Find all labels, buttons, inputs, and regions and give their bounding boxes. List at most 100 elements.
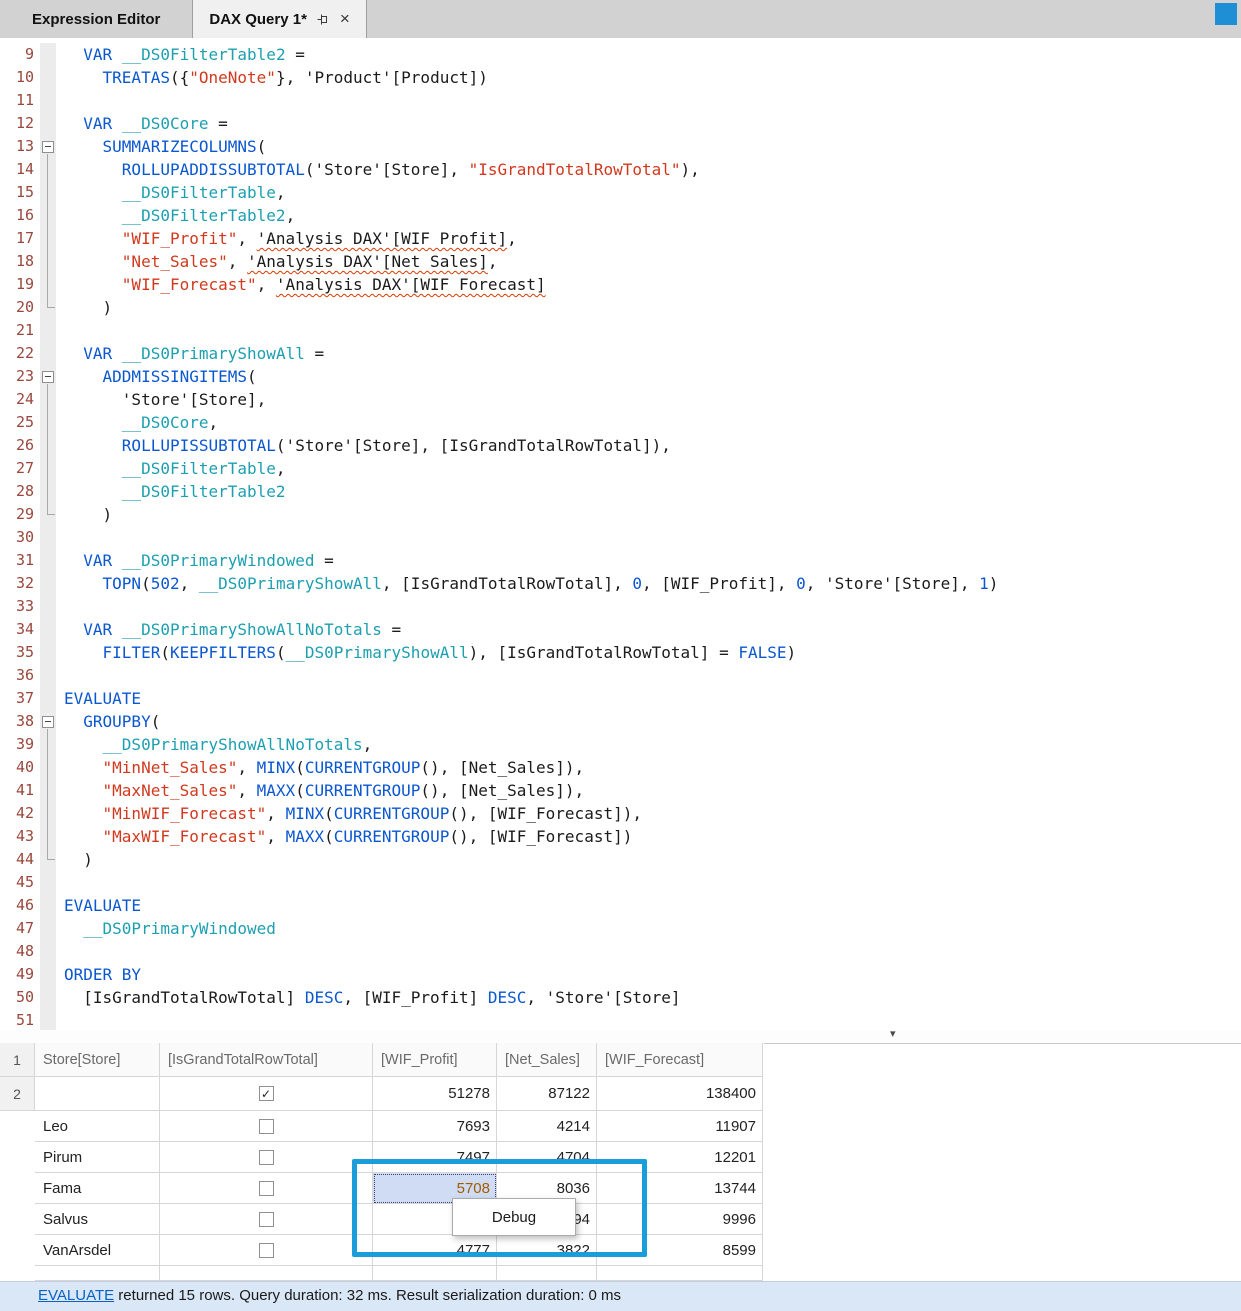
code-token: (), [WIF_Forecast]),	[449, 804, 642, 823]
column-header[interactable]: [Net_Sales]	[497, 1043, 597, 1077]
debug-popup[interactable]: Debug	[452, 1198, 576, 1236]
wif-profit-cell[interactable]: 51278	[373, 1077, 497, 1111]
grand-total-cell[interactable]	[160, 1111, 373, 1142]
grand-total-cell[interactable]	[160, 1235, 373, 1266]
code-text[interactable]	[56, 319, 64, 342]
column-header[interactable]: [IsGrandTotalRowTotal]	[160, 1043, 373, 1077]
net-sales-cell[interactable]: 4704	[497, 1142, 597, 1173]
code-text[interactable]: "WIF_Profit", 'Analysis DAX'[WIF Profit]…	[56, 227, 517, 250]
checkbox-unchecked[interactable]	[259, 1212, 274, 1227]
wif-forecast-cell[interactable]: 11907	[597, 1111, 763, 1142]
code-text[interactable]: __DS0PrimaryWindowed	[56, 917, 276, 940]
code-text[interactable]: VAR __DS0PrimaryShowAllNoTotals =	[56, 618, 401, 641]
code-text[interactable]	[56, 595, 64, 618]
code-text[interactable]	[56, 1009, 64, 1032]
tab-expression-editor[interactable]: Expression Editor	[0, 0, 193, 38]
grand-total-cell[interactable]	[160, 1173, 373, 1204]
fold-collapse-icon[interactable]	[42, 371, 54, 383]
code-text[interactable]: __DS0Core,	[56, 411, 218, 434]
results-splitter[interactable]: ▾	[0, 1030, 1241, 1044]
code-text[interactable]: "MaxWIF_Forecast", MAXX(CURRENTGROUP(), …	[56, 825, 632, 848]
checkbox-unchecked[interactable]	[259, 1119, 274, 1134]
wif-forecast-cell[interactable]: 8599	[597, 1235, 763, 1266]
grand-total-cell[interactable]	[160, 1142, 373, 1173]
code-text[interactable]: VAR __DS0Core =	[56, 112, 228, 135]
code-text[interactable]: "Net_Sales", 'Analysis DAX'[Net Sales],	[56, 250, 498, 273]
evaluate-link[interactable]: EVALUATE	[38, 1287, 114, 1304]
code-text[interactable]: TREATAS({"OneNote"}, 'Product'[Product])	[56, 66, 488, 89]
code-text[interactable]	[56, 664, 64, 687]
code-text[interactable]: GROUPBY(	[56, 710, 160, 733]
code-text[interactable]: EVALUATE	[56, 894, 141, 917]
pin-icon[interactable]	[316, 12, 331, 27]
wif-profit-cell[interactable]: 7693	[373, 1111, 497, 1142]
code-token: "WIF_Forecast"	[122, 275, 257, 294]
wif-forecast-cell[interactable]: 138400	[597, 1077, 763, 1111]
store-cell[interactable]: Salvus	[35, 1204, 160, 1235]
row-number[interactable]: 1	[0, 1043, 35, 1077]
checkbox-unchecked[interactable]	[259, 1150, 274, 1165]
checkbox-unchecked[interactable]	[259, 1181, 274, 1196]
code-text[interactable]	[56, 871, 64, 894]
code-text[interactable]: "MinWIF_Forecast", MINX(CURRENTGROUP(), …	[56, 802, 642, 825]
code-text[interactable]: __DS0FilterTable2,	[56, 204, 295, 227]
code-text[interactable]: "MinNet_Sales", MINX(CURRENTGROUP(), [Ne…	[56, 756, 584, 779]
store-cell[interactable]	[35, 1077, 160, 1111]
code-text[interactable]: ROLLUPISSUBTOTAL('Store'[Store], [IsGran…	[56, 434, 671, 457]
debug-button[interactable]: Debug	[492, 1209, 536, 1226]
code-text[interactable]: "WIF_Forecast", 'Analysis DAX'[WIF Forec…	[56, 273, 546, 296]
code-text[interactable]: VAR __DS0PrimaryWindowed =	[56, 549, 334, 572]
code-text[interactable]: [IsGrandTotalRowTotal] DESC, [WIF_Profit…	[56, 986, 681, 1009]
wif-forecast-cell[interactable]: 13744	[597, 1173, 763, 1204]
collapse-splitter-icon[interactable]: ▾	[890, 1028, 896, 1041]
code-editor[interactable]: 9 VAR __DS0FilterTable2 =10 TREATAS({"On…	[0, 38, 1241, 1035]
code-text[interactable]	[56, 940, 64, 963]
code-text[interactable]: EVALUATE	[56, 687, 141, 710]
code-text[interactable]: SUMMARIZECOLUMNS(	[56, 135, 266, 158]
wif-profit-cell[interactable]: 4777	[373, 1235, 497, 1266]
code-text[interactable]: "MaxNet_Sales", MAXX(CURRENTGROUP(), [Ne…	[56, 779, 584, 802]
code-text[interactable]: ORDER BY	[56, 963, 141, 986]
close-icon[interactable]: ×	[340, 9, 350, 29]
column-header[interactable]: [WIF_Profit]	[373, 1043, 497, 1077]
code-text[interactable]: VAR __DS0FilterTable2 =	[56, 43, 305, 66]
grand-total-cell[interactable]	[160, 1204, 373, 1235]
code-text[interactable]: ROLLUPADDISSUBTOTAL('Store'[Store], "IsG…	[56, 158, 700, 181]
code-text[interactable]	[56, 89, 64, 112]
code-text[interactable]: __DS0FilterTable2	[56, 480, 286, 503]
blue-marker-icon[interactable]	[1215, 3, 1237, 25]
column-header[interactable]: [WIF_Forecast]	[597, 1043, 763, 1077]
net-sales-cell[interactable]: 4214	[497, 1111, 597, 1142]
wif-forecast-cell[interactable]: 12201	[597, 1142, 763, 1173]
checkbox-checked[interactable]: ✓	[259, 1086, 274, 1101]
code-text[interactable]: VAR __DS0PrimaryShowAll =	[56, 342, 324, 365]
store-cell[interactable]: Fama	[35, 1173, 160, 1204]
store-cell[interactable]: Leo	[35, 1111, 160, 1142]
code-text[interactable]: )	[56, 848, 93, 871]
code-text[interactable]: __DS0PrimaryShowAllNoTotals,	[56, 733, 372, 756]
grand-total-cell[interactable]: ✓	[160, 1077, 373, 1111]
wif-profit-cell[interactable]: 7497	[373, 1142, 497, 1173]
fold-margin	[40, 572, 56, 595]
code-text[interactable]	[56, 526, 64, 549]
checkbox-unchecked[interactable]	[259, 1243, 274, 1258]
fold-collapse-icon[interactable]	[42, 141, 54, 153]
fold-margin	[40, 894, 56, 917]
wif-forecast-cell[interactable]: 9996	[597, 1204, 763, 1235]
tab-dax-query-1[interactable]: DAX Query 1* ×	[193, 0, 366, 38]
code-text[interactable]: TOPN(502, __DS0PrimaryShowAll, [IsGrandT…	[56, 572, 998, 595]
code-text[interactable]: 'Store'[Store],	[56, 388, 266, 411]
store-cell[interactable]: Pirum	[35, 1142, 160, 1173]
code-text[interactable]: )	[56, 503, 112, 526]
code-text[interactable]: __DS0FilterTable,	[56, 457, 286, 480]
code-text[interactable]: ADDMISSINGITEMS(	[56, 365, 257, 388]
code-text[interactable]: FILTER(KEEPFILTERS(__DS0PrimaryShowAll),…	[56, 641, 796, 664]
code-text[interactable]: )	[56, 296, 112, 319]
code-text[interactable]: __DS0FilterTable,	[56, 181, 286, 204]
column-header[interactable]: Store[Store]	[35, 1043, 160, 1077]
row-number[interactable]: 2	[0, 1077, 35, 1111]
fold-collapse-icon[interactable]	[42, 716, 54, 728]
store-cell[interactable]: VanArsdel	[35, 1235, 160, 1266]
net-sales-cell[interactable]: 3822	[497, 1235, 597, 1266]
net-sales-cell[interactable]: 87122	[497, 1077, 597, 1111]
